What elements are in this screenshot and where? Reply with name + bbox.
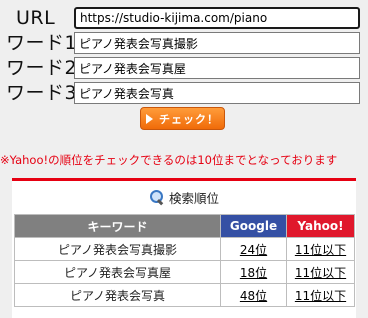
word2-label: ワード2 <box>6 57 78 79</box>
header-keyword: キーワード <box>14 214 221 238</box>
header-yahoo: Yahoo! <box>286 214 355 238</box>
rank-table: キーワード Google Yahoo! ピアノ発表会写真撮影 24位 11位以下… <box>14 214 355 307</box>
keyword-cell: ピアノ発表会写真屋 <box>14 260 221 284</box>
table-row: ピアノ発表会写真 48位 11位以下 <box>14 283 355 307</box>
url-label: URL <box>16 7 56 29</box>
word3-label: ワード3 <box>6 82 78 104</box>
google-rank-link[interactable]: 24位 <box>240 243 267 257</box>
google-rank-cell: 48位 <box>220 283 287 307</box>
table-header-row: キーワード Google Yahoo! <box>14 214 355 238</box>
word1-row: ワード1 <box>0 31 368 55</box>
word2-input[interactable] <box>74 57 360 79</box>
word3-row: ワード3 <box>0 81 368 105</box>
yahoo-rank-cell: 11位以下 <box>286 237 355 261</box>
google-rank-cell: 18位 <box>220 260 287 284</box>
google-rank-cell: 24位 <box>220 237 287 261</box>
search-icon <box>149 189 165 206</box>
panel-title: 検索順位 <box>12 186 356 208</box>
yahoo-rank-link[interactable]: 11位以下 <box>295 266 346 280</box>
header-google: Google <box>220 214 287 238</box>
panel-title-text: 検索順位 <box>168 190 219 206</box>
url-input[interactable] <box>74 7 360 29</box>
word1-input[interactable] <box>74 32 360 54</box>
url-row: URL <box>0 6 368 30</box>
google-rank-link[interactable]: 18位 <box>240 266 267 280</box>
word3-input[interactable] <box>74 82 360 104</box>
yahoo-rank-cell: 11位以下 <box>286 283 355 307</box>
check-button-label: チェック！ <box>159 112 219 126</box>
yahoo-limit-notice: ※Yahoo!の順位をチェックできるのは10位までとなっております <box>0 153 338 167</box>
table-row: ピアノ発表会写真屋 18位 11位以下 <box>14 260 355 284</box>
google-rank-link[interactable]: 48位 <box>240 289 267 303</box>
yahoo-rank-link[interactable]: 11位以下 <box>295 243 346 257</box>
keyword-cell: ピアノ発表会写真 <box>14 283 221 307</box>
yahoo-rank-cell: 11位以下 <box>286 260 355 284</box>
word2-row: ワード2 <box>0 56 368 80</box>
table-row: ピアノ発表会写真撮影 24位 11位以下 <box>14 237 355 261</box>
keyword-cell: ピアノ発表会写真撮影 <box>14 237 221 261</box>
word1-label: ワード1 <box>6 32 78 54</box>
play-icon <box>146 113 153 124</box>
search-rank-panel: 検索順位 キーワード Google Yahoo! ピアノ発表会写真撮影 24位 … <box>12 178 356 318</box>
yahoo-rank-link[interactable]: 11位以下 <box>295 289 346 303</box>
check-button[interactable]: チェック！ <box>140 107 225 130</box>
